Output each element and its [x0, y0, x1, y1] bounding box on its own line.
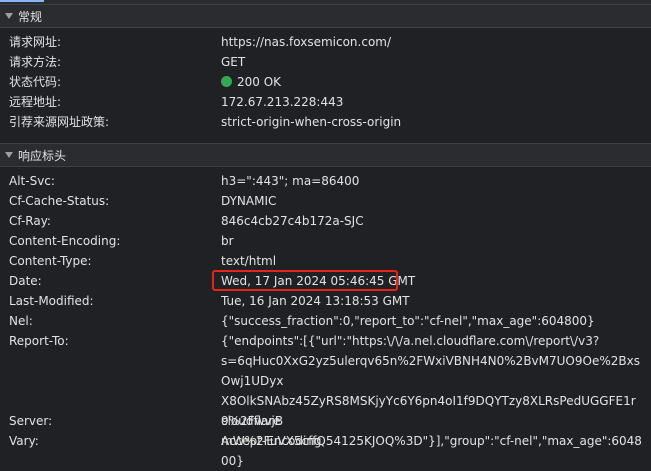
- header-value[interactable]: br: [221, 231, 234, 251]
- header-key: Cf-Ray:: [9, 214, 51, 228]
- row-value[interactable]: GET: [221, 52, 245, 72]
- header-value[interactable]: h3=":443"; ma=86400: [221, 171, 359, 191]
- row-key: 远程地址:: [9, 95, 62, 109]
- row-key: 引荐来源网址政策:: [9, 115, 110, 129]
- row-key: 请求方法:: [9, 55, 62, 69]
- header-row-nel: Nel: {"success_fraction":0,"report_to":"…: [0, 311, 651, 331]
- header-key: Nel:: [9, 314, 33, 328]
- header-key: Report-To:: [9, 334, 69, 348]
- collapse-triangle-icon: [5, 152, 13, 158]
- general-row-status-code: 状态代码: 200 OK: [0, 72, 651, 92]
- general-row-referrer-policy: 引荐来源网址政策: strict-origin-when-cross-origi…: [0, 112, 651, 132]
- header-key: Cf-Cache-Status:: [9, 194, 110, 208]
- response-headers-section-header[interactable]: 响应标头: [0, 143, 651, 167]
- row-value[interactable]: strict-origin-when-cross-origin: [221, 112, 401, 132]
- report-to-line: {"endpoints":[{"url":"https:\/\/a.nel.cl…: [221, 334, 600, 348]
- header-value[interactable]: {"success_fraction":0,"report_to":"cf-ne…: [221, 311, 595, 331]
- header-value[interactable]: 846c4cb27c4b172a-SJC: [221, 211, 364, 231]
- response-headers-section-title: 响应标头: [18, 148, 67, 163]
- header-value[interactable]: cloudflare: [221, 411, 280, 431]
- header-row-alt-svc: Alt-Svc: h3=":443"; ma=86400: [0, 171, 651, 191]
- row-value[interactable]: https://nas.foxsemicon.com/: [221, 32, 391, 52]
- collapse-triangle-icon: [5, 13, 13, 19]
- row-key: 请求网址:: [9, 35, 62, 49]
- header-row-vary: Vary: Accept-Encoding: [0, 431, 651, 451]
- header-key: Date:: [9, 274, 42, 288]
- status-text: 200 OK: [237, 75, 282, 89]
- header-key: Alt-Svc:: [9, 174, 55, 188]
- header-value[interactable]: Accept-Encoding: [221, 431, 322, 451]
- header-key: Content-Encoding:: [9, 234, 121, 248]
- row-value[interactable]: 200 OK: [221, 72, 281, 92]
- header-key: Server:: [9, 414, 53, 428]
- header-row-cf-cache-status: Cf-Cache-Status: DYNAMIC: [0, 191, 651, 211]
- header-row-content-type: Content-Type: text/html: [0, 251, 651, 271]
- date-highlight-box: [212, 270, 398, 291]
- header-value[interactable]: DYNAMIC: [221, 191, 276, 211]
- header-row-cf-ray: Cf-Ray: 846c4cb27c4b172a-SJC: [0, 211, 651, 231]
- general-row-remote-address: 远程地址: 172.67.213.228:443: [0, 92, 651, 112]
- header-row-report-to: Report-To: {"endpoints":[{"url":"https:\…: [0, 331, 651, 468]
- header-row-content-encoding: Content-Encoding: br: [0, 231, 651, 251]
- row-value[interactable]: 172.67.213.228:443: [221, 92, 343, 112]
- active-tab-indicator: [0, 0, 44, 2]
- header-key: Content-Type:: [9, 254, 92, 268]
- status-ok-icon: [221, 76, 232, 87]
- general-section-header[interactable]: 常规: [0, 4, 651, 28]
- general-section-title: 常规: [18, 9, 43, 24]
- header-key: Vary:: [9, 434, 39, 448]
- general-row-request-method: 请求方法: GET: [0, 52, 651, 72]
- header-value[interactable]: text/html: [221, 251, 276, 271]
- header-row-server: Server: cloudflare: [0, 411, 651, 431]
- header-key: Last-Modified:: [9, 294, 94, 308]
- report-to-line: s=6qHuc0XxG2yz5ulerqv65n%2FWxiVBNH4N0%2B…: [221, 354, 640, 388]
- header-value[interactable]: Tue, 16 Jan 2024 13:18:53 GMT: [221, 291, 410, 311]
- general-row-request-url: 请求网址: https://nas.foxsemicon.com/: [0, 32, 651, 52]
- header-row-last-modified: Last-Modified: Tue, 16 Jan 2024 13:18:53…: [0, 291, 651, 311]
- row-key: 状态代码:: [9, 75, 62, 89]
